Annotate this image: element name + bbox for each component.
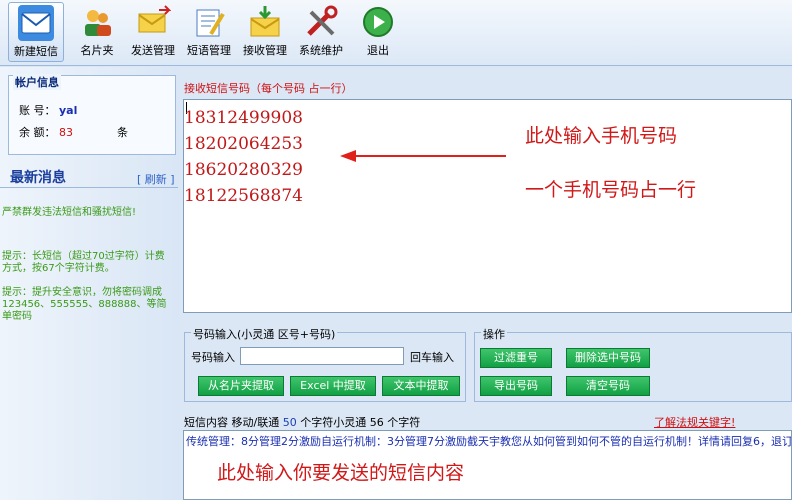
balance-value: 83: [59, 126, 73, 139]
enter-input-label: 回车输入: [410, 351, 454, 364]
toolbar-send-manage[interactable]: 发送管理: [128, 2, 178, 62]
account-value: yal: [59, 104, 78, 117]
phone-number: 18620280329: [184, 160, 303, 180]
maintenance-icon: [303, 4, 339, 40]
content-label: 短信内容 移动/联通: [184, 416, 280, 429]
hint-enter-message: 此处输入你要发送的短信内容: [217, 462, 465, 484]
toolbar: 新建短信 名片夹 发送管理 短语管理 接收管理 系统维护 退出: [0, 0, 792, 66]
toolbar-contacts[interactable]: 名片夹: [72, 2, 122, 62]
recipients-label: 接收短信号码（每个号码 占一行）: [184, 82, 353, 95]
operations-group-title: 操作: [481, 326, 507, 342]
extract-from-text-button[interactable]: 文本中提取: [382, 376, 460, 396]
balance-label: 余 额：: [19, 126, 56, 139]
news-divider: [0, 187, 178, 188]
toolbar-maintenance[interactable]: 系统维护: [296, 2, 346, 62]
account-title: 帐户信息: [13, 74, 61, 90]
account-label: 账 号：: [19, 104, 56, 117]
toolbar-receive-manage[interactable]: 接收管理: [240, 2, 290, 62]
toolbar-new-sms[interactable]: 新建短信: [8, 2, 64, 62]
phone-number: 18202064253: [184, 134, 303, 154]
news-title: 最新消息: [10, 170, 66, 186]
phrase-manage-icon: [191, 4, 227, 40]
phone-number: 18122568874: [184, 186, 303, 206]
new-sms-icon: [18, 5, 54, 41]
exit-icon: [360, 4, 396, 40]
clear-numbers-button[interactable]: 清空号码: [566, 376, 650, 396]
number-input-group-title: 号码输入(小灵通 区号+号码): [191, 326, 338, 342]
toolbar-label: 名片夹: [80, 44, 114, 57]
send-manage-icon: [135, 4, 172, 40]
content-label-row: 短信内容 移动/联通 50 个字符小灵通 56 个字符: [184, 414, 420, 430]
hint-one-per-line: 一个手机号码占一行: [525, 179, 697, 201]
laws-keywords-link[interactable]: 了解法规关键字!: [654, 414, 735, 430]
export-numbers-button[interactable]: 导出号码: [480, 376, 552, 396]
toolbar-label: 系统维护: [299, 44, 343, 57]
toolbar-label: 发送管理: [131, 44, 175, 57]
balance-unit: 条: [117, 126, 128, 139]
delete-selected-button[interactable]: 删除选中号码: [566, 348, 650, 368]
filter-duplicates-button[interactable]: 过滤重号: [480, 348, 552, 368]
receive-manage-icon: [247, 4, 283, 40]
toolbar-exit[interactable]: 退出: [356, 2, 400, 62]
balance-row: 余 额： 83 条: [19, 124, 169, 140]
message-content-text: 传统管理：8分管理2分激励自运行机制：3分管理7分激励截天宇教您从如何管到如何不…: [186, 435, 791, 448]
news-refresh-link[interactable]: [ 刷新 ]: [137, 171, 175, 187]
news-message: 提示：提升安全意识，勿将密码调成123456、555555、888888、等简单…: [2, 287, 167, 322]
hint-enter-phone: 此处输入手机号码: [525, 125, 678, 147]
account-row: 账 号： yal: [19, 102, 77, 118]
toolbar-phrase-manage[interactable]: 短语管理: [184, 2, 234, 62]
toolbar-label: 短语管理: [187, 44, 231, 57]
message-content-textarea[interactable]: 传统管理：8分管理2分激励自运行机制：3分管理7分激励截天宇教您从如何管到如何不…: [183, 430, 792, 500]
char-count-suffix: 个字符小灵通 56 个字符: [300, 416, 421, 429]
left-panel: 帐户信息 账 号： yal 余 额： 83 条 最新消息 [ 刷新 ] 严禁群发…: [0, 67, 180, 500]
extract-from-excel-button[interactable]: Excel 中提取: [290, 376, 376, 396]
contacts-icon: [79, 4, 115, 40]
number-input-field[interactable]: [240, 347, 404, 365]
account-box: 帐户信息 账 号： yal 余 额： 83 条: [8, 74, 176, 155]
toolbar-label: 新建短信: [14, 45, 58, 58]
recipients-textarea[interactable]: 18312499908 18202064253 18620280329 1812…: [183, 99, 792, 313]
news-message: 提示：长短信（超过70过字符）计费方式，按67个字符计费。: [2, 251, 165, 274]
number-input-label: 号码输入: [191, 351, 235, 364]
arrow-head-icon: [340, 150, 356, 162]
extract-from-contacts-button[interactable]: 从名片夹提取: [198, 376, 284, 396]
char-count: 50: [282, 416, 297, 429]
arrow-line: [356, 155, 506, 157]
phone-number: 18312499908: [184, 108, 303, 128]
news-message: 严禁群发违法短信和骚扰短信!: [2, 207, 137, 218]
toolbar-label: 接收管理: [243, 44, 287, 57]
toolbar-label: 退出: [367, 44, 389, 57]
